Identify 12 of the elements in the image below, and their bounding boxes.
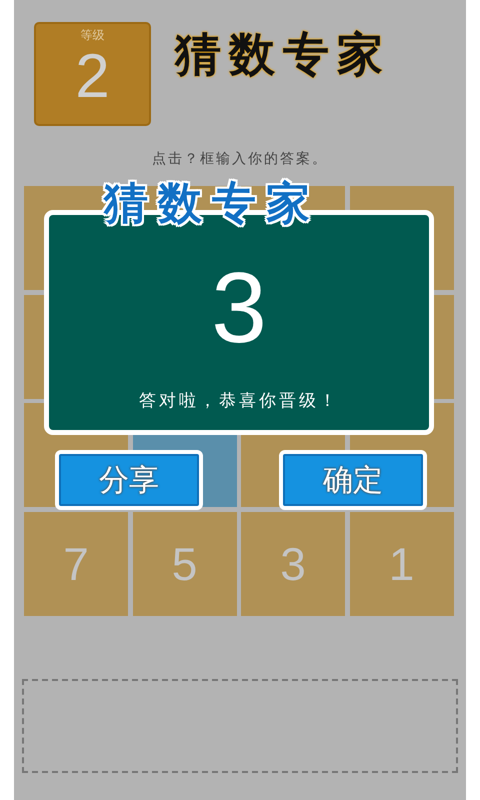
level-label: 等级	[80, 27, 104, 44]
confirm-button[interactable]: 确定	[279, 450, 427, 510]
success-message: 答对啦，恭喜你晋级！	[139, 390, 339, 412]
answer-number: 3	[211, 253, 267, 363]
number-tile[interactable]: 5	[132, 512, 236, 616]
level-value: 2	[75, 44, 110, 110]
number-tile[interactable]: 3	[241, 512, 345, 616]
app-title: 猜数专家	[175, 26, 391, 83]
share-button[interactable]: 分享	[55, 450, 203, 510]
hint-text: 点击？框输入你的答案。	[151, 150, 329, 168]
number-tile[interactable]: 1	[350, 512, 454, 616]
number-tile[interactable]: 7	[24, 512, 128, 616]
